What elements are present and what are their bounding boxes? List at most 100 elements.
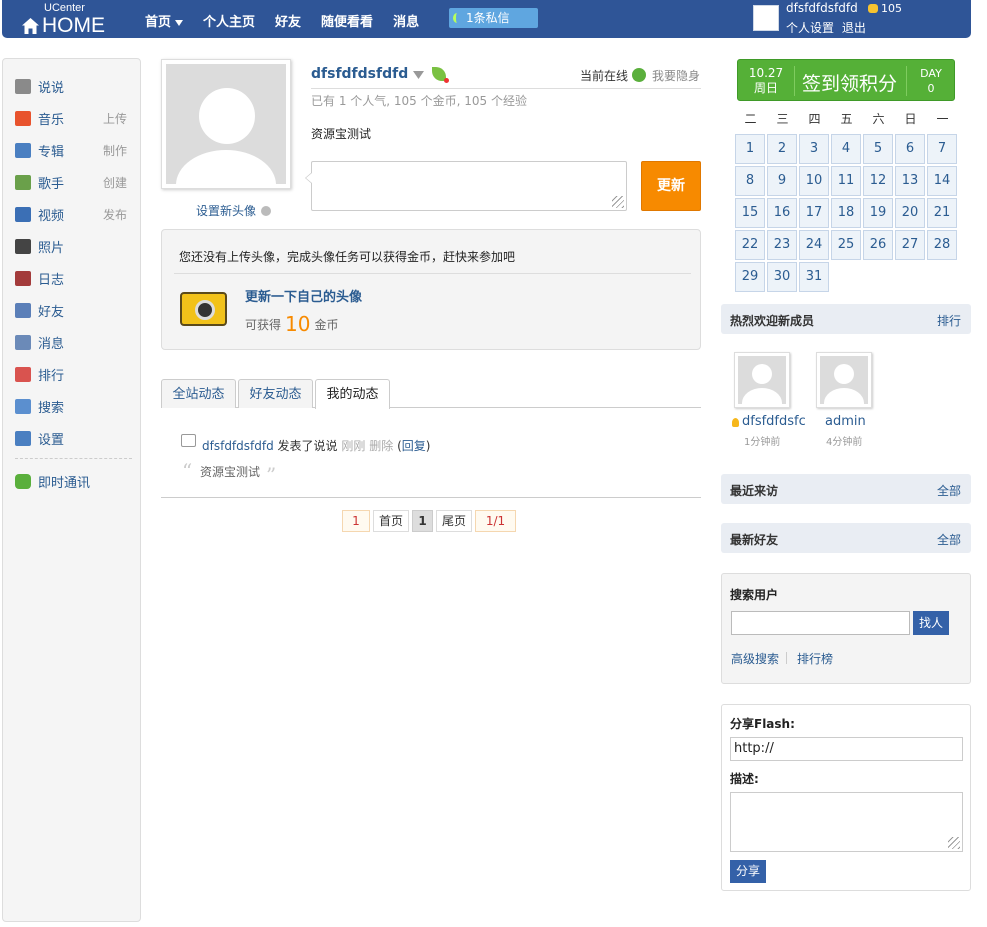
pager-total[interactable]: 1/1 bbox=[475, 510, 516, 532]
recent-visitors-more[interactable]: 全部 bbox=[937, 482, 961, 499]
calendar-day[interactable]: 26 bbox=[863, 230, 893, 260]
ranking-link[interactable]: 排行榜 bbox=[797, 650, 833, 667]
header-username[interactable]: dfsfdfdsfdfd bbox=[786, 1, 858, 15]
header-avatar[interactable] bbox=[753, 5, 779, 31]
calendar-day[interactable]: 21 bbox=[927, 198, 957, 228]
calendar-day[interactable]: 14 bbox=[927, 166, 957, 196]
nav-home[interactable]: 首页 bbox=[145, 11, 184, 30]
advanced-search-link[interactable]: 高级搜索 bbox=[731, 650, 779, 667]
checkin-button[interactable]: 10.27 周日 签到领积分 DAY 0 bbox=[737, 59, 955, 101]
calendar-day[interactable]: 12 bbox=[863, 166, 893, 196]
sidebar-item-photo[interactable]: 照片 bbox=[15, 236, 135, 256]
task-notice: 您还没有上传头像，完成头像任务可以获得金币，赶快来参加吧 bbox=[179, 250, 516, 264]
calendar-day[interactable]: 3 bbox=[799, 134, 829, 164]
sidebar-item-sublink[interactable]: 制作 bbox=[103, 142, 127, 159]
clover-icon bbox=[632, 68, 646, 82]
calendar-day[interactable]: 28 bbox=[927, 230, 957, 260]
calendar-day[interactable]: 18 bbox=[831, 198, 861, 228]
checkin-date-value: 10.27 bbox=[748, 66, 784, 80]
share-url-input[interactable]: http:// bbox=[730, 737, 963, 761]
profile-avatar[interactable] bbox=[161, 59, 291, 189]
calendar-day[interactable]: 30 bbox=[767, 262, 797, 292]
recent-friends-more[interactable]: 全部 bbox=[937, 531, 961, 548]
settings-link[interactable]: 个人设置 bbox=[786, 21, 834, 35]
calendar-day[interactable]: 31 bbox=[799, 262, 829, 292]
nav-friends[interactable]: 好友 bbox=[275, 11, 301, 30]
member-avatar[interactable] bbox=[734, 352, 790, 408]
search-button[interactable]: 找人 bbox=[913, 611, 949, 635]
calendar-day[interactable]: 25 bbox=[831, 230, 861, 260]
calendar-day[interactable]: 5 bbox=[863, 134, 893, 164]
calendar-day[interactable]: 29 bbox=[735, 262, 765, 292]
nav-messages[interactable]: 消息 bbox=[393, 11, 419, 30]
sidebar-item-music[interactable]: 音乐 上传 bbox=[15, 108, 135, 128]
logout-link[interactable]: 退出 bbox=[842, 21, 866, 35]
search-input[interactable] bbox=[731, 611, 910, 635]
tab-friends[interactable]: 好友动态 bbox=[238, 379, 313, 408]
calendar-day[interactable]: 6 bbox=[895, 134, 925, 164]
calendar-day[interactable]: 22 bbox=[735, 230, 765, 260]
sidebar-item-search[interactable]: 搜索 bbox=[15, 396, 135, 416]
resize-grip-icon[interactable] bbox=[948, 837, 960, 849]
calendar-day[interactable]: 27 bbox=[895, 230, 925, 260]
tab-mine[interactable]: 我的动态 bbox=[315, 379, 390, 409]
new-members-more[interactable]: 排行 bbox=[937, 312, 961, 329]
calendar-day[interactable]: 15 bbox=[735, 198, 765, 228]
pager-first-num[interactable]: 1 bbox=[342, 510, 370, 532]
calendar-day[interactable]: 24 bbox=[799, 230, 829, 260]
set-avatar-link[interactable]: 设置新头像 bbox=[196, 202, 256, 219]
member-time: 1分钟前 bbox=[744, 437, 781, 448]
sidebar-item-ranking[interactable]: 排行 bbox=[15, 364, 135, 384]
sidebar-item-sublink[interactable]: 发布 bbox=[103, 206, 127, 223]
calendar-day[interactable]: 17 bbox=[799, 198, 829, 228]
private-message-badge[interactable]: 1条私信 bbox=[449, 8, 538, 28]
calendar-day[interactable]: 19 bbox=[863, 198, 893, 228]
sidebar-item-label: 消息 bbox=[38, 337, 65, 352]
task-title-link[interactable]: 更新一下自己的头像 bbox=[245, 286, 362, 305]
calendar-day[interactable]: 16 bbox=[767, 198, 797, 228]
nav-explore[interactable]: 随便看看 bbox=[321, 11, 373, 30]
reply-link[interactable]: 回复 bbox=[402, 439, 426, 453]
arrow-circle-icon[interactable] bbox=[261, 206, 271, 216]
sidebar-item-friends[interactable]: 好友 bbox=[15, 300, 135, 320]
update-button[interactable]: 更新 bbox=[641, 161, 701, 211]
resize-grip-icon[interactable] bbox=[612, 196, 624, 208]
calendar-day[interactable]: 9 bbox=[767, 166, 797, 196]
task-reward: 可获得 10 金币 bbox=[245, 312, 338, 336]
status-input[interactable] bbox=[305, 161, 627, 211]
profile-name[interactable]: dfsfdfdsfdfd bbox=[311, 66, 408, 82]
tab-all[interactable]: 全站动态 bbox=[161, 379, 236, 408]
member-avatar[interactable] bbox=[816, 352, 872, 408]
sidebar-item-album[interactable]: 专辑 制作 bbox=[15, 140, 135, 160]
pager-last[interactable]: 尾页 bbox=[436, 510, 472, 532]
calendar-day[interactable]: 1 bbox=[735, 134, 765, 164]
calendar-day[interactable]: 23 bbox=[767, 230, 797, 260]
calendar-day[interactable]: 4 bbox=[831, 134, 861, 164]
member-name[interactable]: admin bbox=[825, 414, 866, 429]
sidebar-item-blog[interactable]: 日志 bbox=[15, 268, 135, 288]
calendar-day[interactable]: 10 bbox=[799, 166, 829, 196]
sidebar-item-video[interactable]: 视频 发布 bbox=[15, 204, 135, 224]
calendar-day[interactable]: 8 bbox=[735, 166, 765, 196]
share-button[interactable]: 分享 bbox=[730, 860, 766, 883]
sidebar-item-singer[interactable]: 歌手 创建 bbox=[15, 172, 135, 192]
sidebar-item-says[interactable]: 说说 bbox=[15, 76, 135, 96]
member-name[interactable]: dfsfdfdsfc bbox=[742, 414, 806, 429]
nav-profile[interactable]: 个人主页 bbox=[203, 11, 255, 30]
sidebar-item-settings[interactable]: 设置 bbox=[15, 428, 135, 448]
hide-link[interactable]: 我要隐身 bbox=[652, 67, 700, 84]
share-desc-input[interactable] bbox=[730, 792, 963, 852]
calendar-day[interactable]: 13 bbox=[895, 166, 925, 196]
calendar-day[interactable]: 20 bbox=[895, 198, 925, 228]
calendar-day[interactable]: 11 bbox=[831, 166, 861, 196]
delete-link[interactable]: 删除 bbox=[369, 439, 393, 453]
sidebar-item-sublink[interactable]: 创建 bbox=[103, 174, 127, 191]
feed-user-link[interactable]: dfsfdfdsfdfd bbox=[202, 439, 274, 453]
sidebar-item-im[interactable]: 即时通讯 bbox=[15, 471, 135, 491]
calendar-day[interactable]: 7 bbox=[927, 134, 957, 164]
sidebar-item-sublink[interactable]: 上传 bbox=[103, 110, 127, 127]
search-users-box: 搜索用户 找人 高级搜索 排行榜 bbox=[721, 573, 971, 684]
pager-first[interactable]: 首页 bbox=[373, 510, 409, 532]
sidebar-item-messages[interactable]: 消息 bbox=[15, 332, 135, 352]
calendar-day[interactable]: 2 bbox=[767, 134, 797, 164]
